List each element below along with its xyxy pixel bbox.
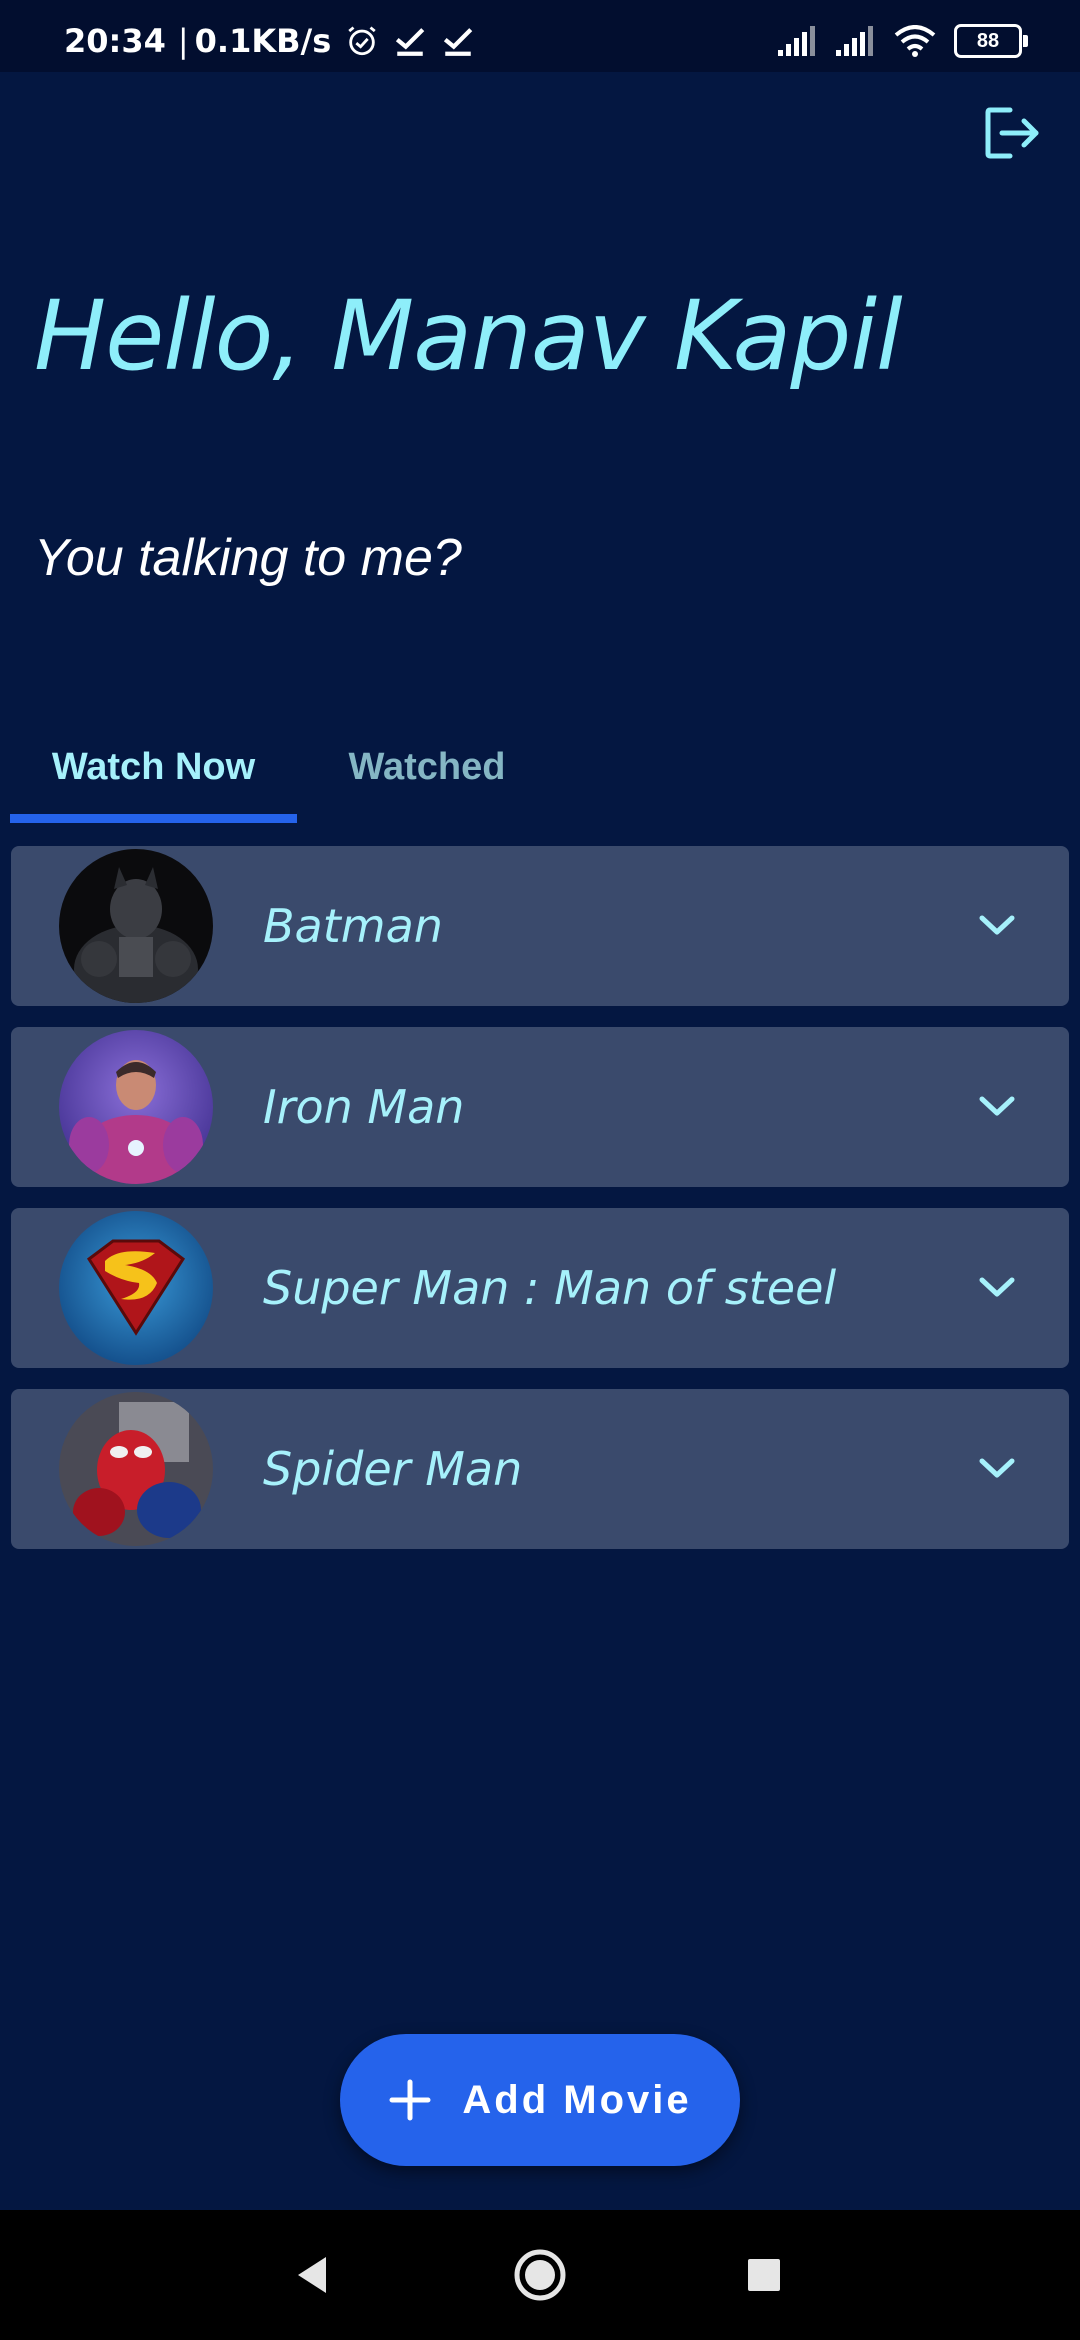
back-icon bbox=[298, 2257, 326, 2293]
movie-title: Super Man : Man of steel bbox=[263, 1261, 837, 1315]
add-movie-label: Add Movie bbox=[462, 2077, 692, 2122]
movie-title: Spider Man bbox=[263, 1442, 523, 1496]
plus-icon bbox=[389, 2079, 431, 2121]
wifi-icon bbox=[894, 25, 936, 57]
tab-bar: Watch Now Watched bbox=[10, 710, 1080, 824]
home-button[interactable] bbox=[500, 2235, 580, 2315]
battery-level: 88 bbox=[976, 29, 1000, 52]
greeting-title: Hello, Manav Kapil bbox=[34, 280, 903, 392]
movie-poster-batman bbox=[59, 849, 213, 1003]
movie-card-super-man[interactable]: Super Man : Man of steel bbox=[11, 1208, 1069, 1368]
navigation-bar bbox=[0, 2210, 1080, 2340]
add-movie-button[interactable]: Add Movie bbox=[340, 2034, 740, 2166]
movie-poster-super-man bbox=[59, 1211, 213, 1365]
movie-card-spider-man[interactable]: Spider Man bbox=[11, 1389, 1069, 1549]
movie-poster-iron-man bbox=[59, 1030, 213, 1184]
movie-title: Batman bbox=[263, 899, 443, 953]
tagline: You talking to me? bbox=[34, 529, 462, 587]
expand-button[interactable] bbox=[969, 898, 1025, 954]
expand-button[interactable] bbox=[969, 1260, 1025, 1316]
status-separator: | bbox=[177, 22, 189, 60]
logout-icon bbox=[985, 107, 1039, 159]
status-left: 20:34 | 0.1KB/s bbox=[64, 22, 475, 60]
back-button[interactable] bbox=[272, 2235, 352, 2315]
chevron-down-icon bbox=[979, 1458, 1015, 1478]
chevron-down-icon bbox=[979, 915, 1015, 935]
tab-watch-now[interactable]: Watch Now bbox=[10, 710, 297, 824]
movie-card-iron-man[interactable]: Iron Man bbox=[11, 1027, 1069, 1187]
movie-card-batman[interactable]: Batman bbox=[11, 846, 1069, 1006]
movie-poster-spider-man bbox=[59, 1392, 213, 1546]
tab-watched[interactable]: Watched bbox=[297, 710, 557, 824]
logout-button[interactable] bbox=[982, 102, 1044, 164]
movie-list: Batman Iron Man Super Man: Man of steel… bbox=[11, 846, 1069, 1570]
tab-indicator bbox=[10, 814, 297, 823]
expand-button[interactable] bbox=[969, 1079, 1025, 1135]
home-icon bbox=[514, 2249, 566, 2301]
recents-icon bbox=[748, 2259, 780, 2291]
battery-icon: 88 bbox=[954, 24, 1028, 58]
status-time: 20:34 bbox=[64, 22, 166, 60]
chevron-down-icon bbox=[979, 1096, 1015, 1116]
chevron-down-icon bbox=[979, 1277, 1015, 1297]
status-bar: 20:34 | 0.1KB/s 88 bbox=[0, 0, 1080, 72]
signal-icon bbox=[836, 26, 873, 56]
recents-button[interactable] bbox=[724, 2235, 804, 2315]
signal-icon bbox=[778, 26, 815, 56]
network-speed: 0.1KB/s bbox=[194, 22, 332, 60]
check-icon bbox=[396, 28, 425, 56]
check-icon bbox=[444, 28, 473, 56]
status-right: 88 bbox=[778, 24, 1028, 58]
alarm-icon bbox=[348, 26, 376, 56]
expand-button[interactable] bbox=[969, 1441, 1025, 1497]
movie-title: Iron Man bbox=[263, 1080, 465, 1134]
